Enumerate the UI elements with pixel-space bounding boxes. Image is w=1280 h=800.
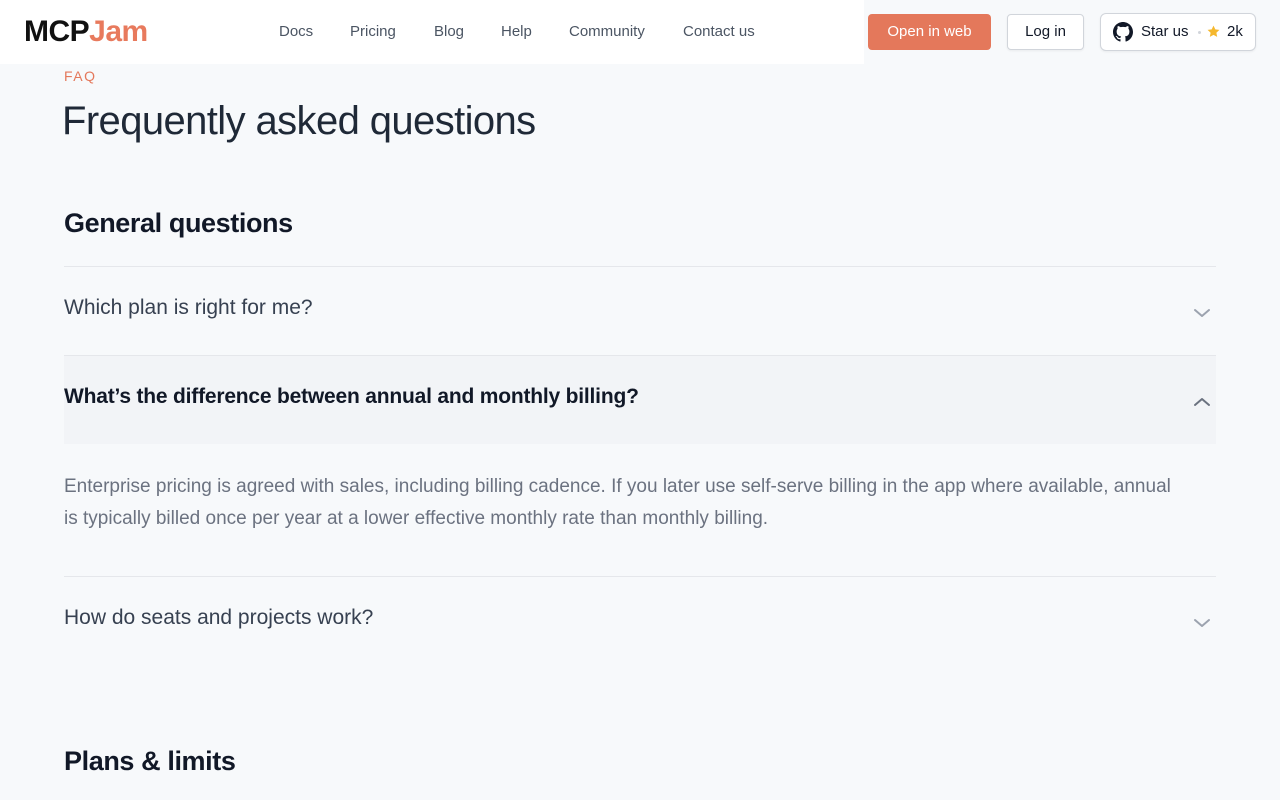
star-count: 2k xyxy=(1227,23,1243,40)
logo-text-mcp: MCP xyxy=(24,15,90,48)
github-icon xyxy=(1113,22,1133,42)
chevron-up-icon xyxy=(1194,398,1210,406)
nav-link-docs[interactable]: Docs xyxy=(279,22,313,42)
nav-link-blog[interactable]: Blog xyxy=(434,22,464,42)
mcpjam-logo[interactable]: MCP Jam xyxy=(24,16,148,48)
star-us-label: Star us xyxy=(1141,23,1189,40)
faq-question: What’s the difference between annual and… xyxy=(64,385,639,408)
nav-link-help[interactable]: Help xyxy=(501,22,532,42)
separator-dot xyxy=(1198,31,1201,34)
nav-link-pricing[interactable]: Pricing xyxy=(350,22,396,42)
section-title-general: General questions xyxy=(64,208,293,238)
star-icon xyxy=(1207,25,1220,37)
faq-eyebrow: FAQ xyxy=(64,68,97,84)
page-title: Frequently asked questions xyxy=(62,99,536,143)
nav-link-contact[interactable]: Contact us xyxy=(683,22,755,42)
faq-item-seats-projects[interactable]: How do seats and projects work? xyxy=(64,577,1216,665)
faq-item-billing[interactable]: What’s the difference between annual and… xyxy=(64,356,1216,444)
github-star-button[interactable]: Star us 2k xyxy=(1100,13,1256,51)
faq-question: Which plan is right for me? xyxy=(64,296,313,319)
open-in-web-button[interactable]: Open in web xyxy=(868,14,991,50)
section-title-plans-limits: Plans & limits xyxy=(64,746,236,776)
site-header: MCP Jam Docs Pricing Blog Help Community … xyxy=(0,0,1280,64)
logo-text-jam: Jam xyxy=(89,15,148,48)
nav-link-community[interactable]: Community xyxy=(569,22,645,42)
faq-question: How do seats and projects work? xyxy=(64,606,374,629)
chevron-down-icon xyxy=(1194,619,1210,627)
faq-item-which-plan[interactable]: Which plan is right for me? xyxy=(64,267,1216,355)
faq-answer: Enterprise pricing is agreed with sales,… xyxy=(64,476,1171,529)
login-button[interactable]: Log in xyxy=(1007,14,1084,50)
chevron-down-icon xyxy=(1194,309,1210,317)
